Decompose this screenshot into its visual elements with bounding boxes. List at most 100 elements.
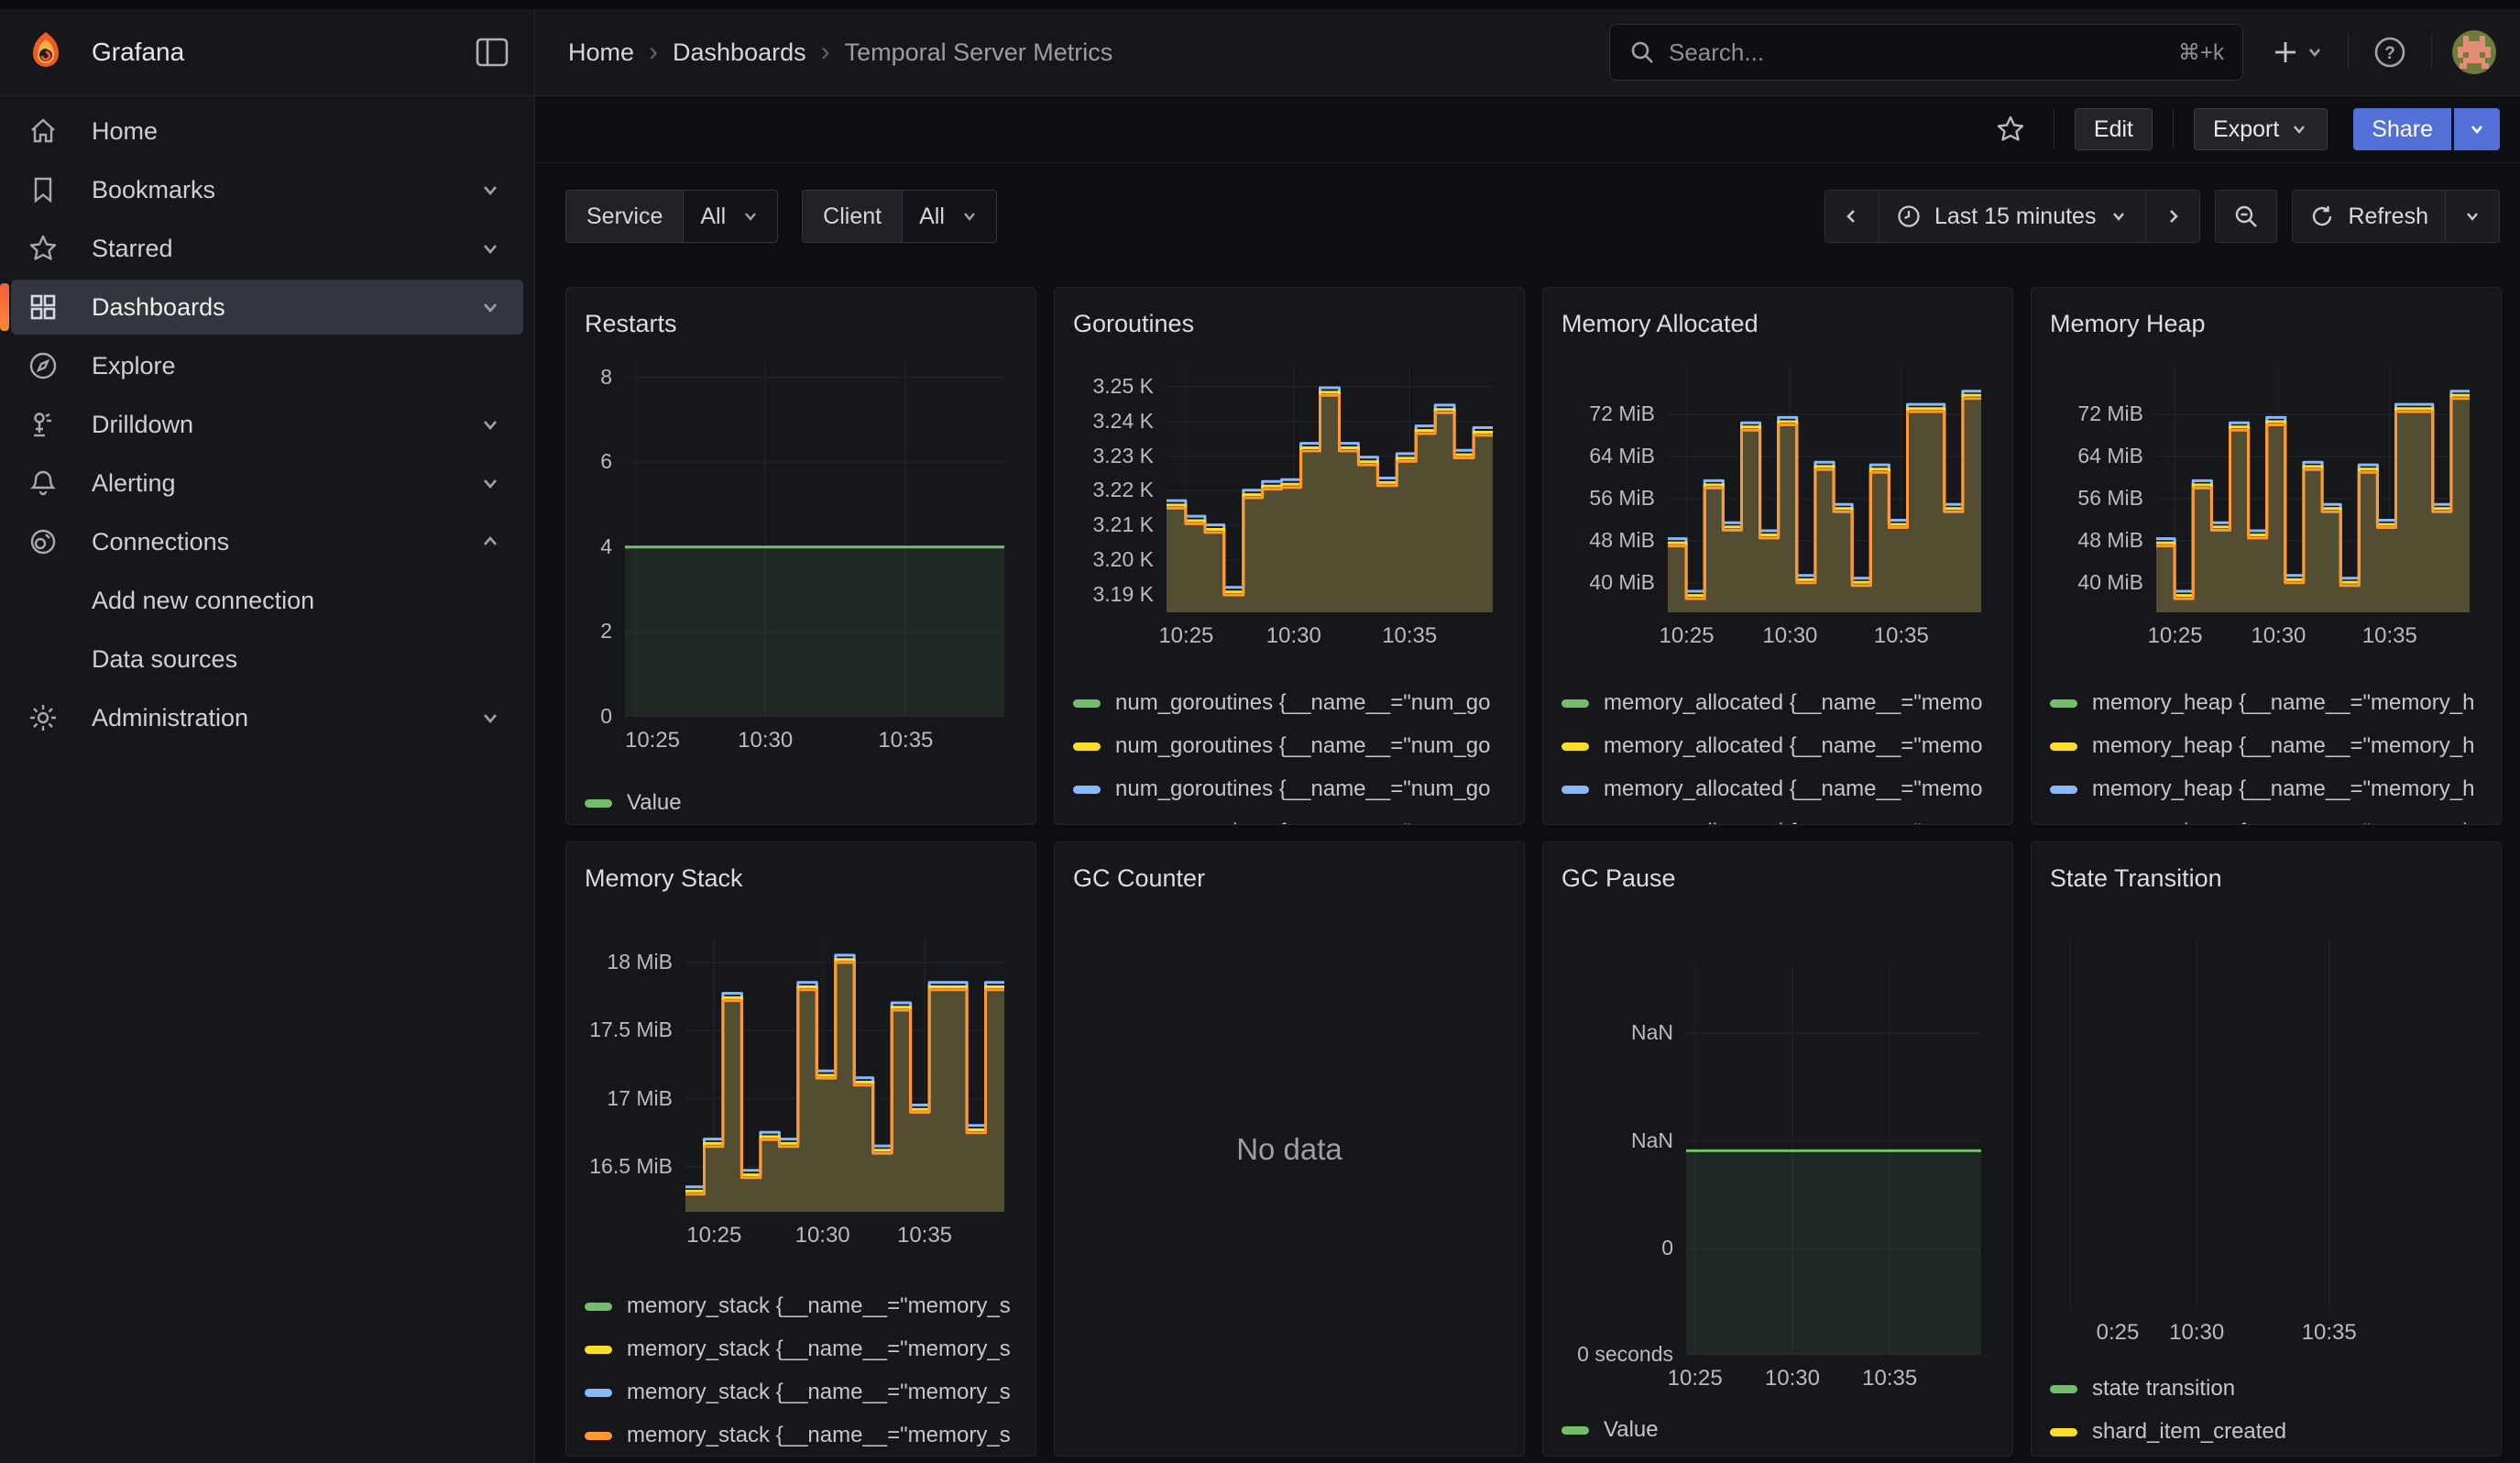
grafana-logo[interactable]: [26, 30, 66, 74]
legend-item[interactable]: memory_allocated {__name__="memo: [1561, 688, 1994, 719]
time-range-picker[interactable]: Last 15 minutes: [1879, 191, 2146, 242]
legend-item[interactable]: memory_allocated {__name__="memo: [1561, 817, 1994, 825]
sidebar-item-home[interactable]: Home: [11, 104, 523, 159]
legend-item[interactable]: shard_item_created: [2050, 1416, 2482, 1447]
chevron-down-icon: [2109, 206, 2129, 226]
legend-item[interactable]: memory_allocated {__name__="memo: [1561, 774, 1994, 805]
chevron-down-icon: [2467, 119, 2487, 139]
legend-label: num_goroutines {__name__="num_go: [1115, 690, 1491, 716]
gear-icon: [27, 702, 59, 733]
legend-color-dash: [585, 799, 612, 808]
panel-gc-counter: GC Counter No data: [1054, 842, 1525, 1457]
y-axis-tick-label: 3.24 K: [1073, 409, 1154, 434]
panel-title[interactable]: Memory Allocated: [1561, 308, 1994, 339]
share-button[interactable]: Share: [2353, 108, 2451, 150]
legend-item[interactable]: memory_heap {__name__="memory_h: [2050, 688, 2482, 719]
export-button[interactable]: Export: [2194, 108, 2328, 150]
legend-item[interactable]: memory_stack {__name__="memory_s: [585, 1334, 1017, 1365]
sidebar-item-add-new-connection[interactable]: Add new connection: [11, 573, 523, 628]
breadcrumb-home[interactable]: Home: [568, 38, 634, 67]
chart-area: NaNNaN00 seconds: [1561, 962, 1994, 1355]
panel-title[interactable]: Memory Stack: [585, 863, 1017, 894]
header: Grafana Home › Dashboards › Temporal Ser…: [0, 9, 2520, 96]
panel-title[interactable]: Goroutines: [1073, 308, 1506, 339]
sidebar-item-label: Connections: [92, 528, 229, 556]
legend-item[interactable]: num_goroutines {__name__="num_go: [1073, 688, 1506, 719]
sidebar-item-data-sources[interactable]: Data sources: [11, 632, 523, 687]
legend: Value: [585, 787, 1017, 825]
x-axis-tick-label: 10:30: [1726, 623, 1854, 649]
legend-item[interactable]: memory_heap {__name__="memory_h: [2050, 731, 2482, 762]
legend-label: state transition: [2092, 1376, 2235, 1402]
sidebar-toggle-icon[interactable]: [472, 32, 512, 72]
time-shift-back-button[interactable]: [1825, 191, 1879, 242]
sidebar-item-starred[interactable]: Starred: [11, 221, 523, 276]
x-axis-tick-label: 10:35: [1345, 623, 1474, 649]
avatar[interactable]: [2452, 30, 2496, 74]
add-button[interactable]: [2263, 30, 2331, 74]
legend-item[interactable]: num_goroutines {__name__="num_go: [1073, 731, 1506, 762]
chevron-down-icon: [479, 472, 501, 494]
sidebar-item-connections[interactable]: Connections: [11, 514, 523, 569]
client-filter[interactable]: Client All: [802, 190, 997, 243]
edit-button[interactable]: Edit: [2075, 108, 2153, 150]
legend-item[interactable]: memory_stack {__name__="memory_s: [585, 1377, 1017, 1408]
sidebar-item-label: Home: [92, 117, 158, 146]
header-left: Grafana: [0, 9, 535, 95]
legend-label: num_goroutines {__name__="num_go: [1115, 820, 1491, 825]
legend-item[interactable]: num_goroutines {__name__="num_go: [1073, 774, 1506, 805]
share-menu-button[interactable]: [2454, 108, 2500, 150]
legend-item[interactable]: memory_allocated {__name__="memo: [1561, 731, 1994, 762]
legend-item[interactable]: Value: [1561, 1414, 1994, 1446]
legend-color-dash: [2050, 1428, 2077, 1436]
legend-item[interactable]: Value: [585, 787, 1017, 819]
x-axis-tick-label: 10:35: [860, 1223, 989, 1248]
search-box[interactable]: ⌘+k: [1609, 24, 2243, 81]
sidebar: Home Bookmarks Starred Dashboards Explor…: [0, 96, 535, 1463]
sidebar-item-explore[interactable]: Explore: [11, 338, 523, 393]
no-data-message: No data: [1055, 842, 1524, 1456]
y-axis-tick-label: 64 MiB: [1561, 444, 1655, 468]
panel-title[interactable]: GC Pause: [1561, 863, 1994, 894]
legend-item[interactable]: memory_heap {__name__="memory_h: [2050, 817, 2482, 825]
legend-item[interactable]: state transition: [2050, 1373, 2482, 1404]
legend-item[interactable]: memory_stack {__name__="memory_s: [585, 1420, 1017, 1451]
panel-title[interactable]: State Transition: [2050, 863, 2482, 894]
brand-name: Grafana: [92, 38, 184, 67]
y-axis-tick-label: 56 MiB: [2050, 486, 2143, 511]
legend-color-dash: [1073, 786, 1101, 794]
panel-title[interactable]: Restarts: [585, 308, 1017, 339]
help-button[interactable]: ?: [2365, 28, 2415, 77]
panel-title[interactable]: Memory Heap: [2050, 308, 2482, 339]
time-shift-forward-button[interactable]: [2145, 191, 2199, 242]
service-filter-value[interactable]: All: [684, 191, 777, 242]
favorite-star-button[interactable]: [1988, 106, 2033, 152]
sidebar-item-alerting[interactable]: Alerting: [11, 456, 523, 511]
client-filter-label: Client: [803, 191, 903, 242]
legend-item[interactable]: memory_heap {__name__="memory_h: [2050, 774, 2482, 805]
service-filter[interactable]: Service All: [565, 190, 778, 243]
sidebar-item-administration[interactable]: Administration: [11, 690, 523, 745]
breadcrumb-dashboards[interactable]: Dashboards: [673, 38, 806, 67]
refresh-button[interactable]: Refresh: [2293, 191, 2445, 242]
legend-color-dash: [1073, 699, 1101, 708]
legend-item[interactable]: num_goroutines {__name__="num_go: [1073, 817, 1506, 825]
service-filter-selected: All: [700, 204, 726, 230]
sidebar-item-bookmarks[interactable]: Bookmarks: [11, 162, 523, 217]
chart-area: 3.25 K3.24 K3.23 K3.22 K3.21 K3.20 K3.19…: [1073, 365, 1506, 612]
legend-item[interactable]: memory_stack {__name__="memory_s: [585, 1291, 1017, 1322]
refresh-interval-button[interactable]: [2445, 191, 2499, 242]
client-filter-value[interactable]: All: [903, 191, 996, 242]
x-axis-tick-label: 10:30: [2214, 623, 2342, 649]
refresh-group: Refresh: [2292, 190, 2500, 243]
zoom-out-button[interactable]: [2216, 191, 2276, 242]
legend-color-dash: [2050, 786, 2077, 794]
search-input[interactable]: [1669, 38, 2165, 67]
y-axis-tick-label: 40 MiB: [2050, 570, 2143, 595]
sidebar-item-drilldown[interactable]: Drilldown: [11, 397, 523, 452]
sidebar-item-dashboards[interactable]: Dashboards: [11, 280, 523, 335]
time-range-group: Last 15 minutes: [1824, 190, 2201, 243]
sidebar-item-label: Administration: [92, 704, 248, 732]
legend-label: Value: [1604, 1417, 1659, 1443]
zoom-out-group: [2215, 190, 2277, 243]
